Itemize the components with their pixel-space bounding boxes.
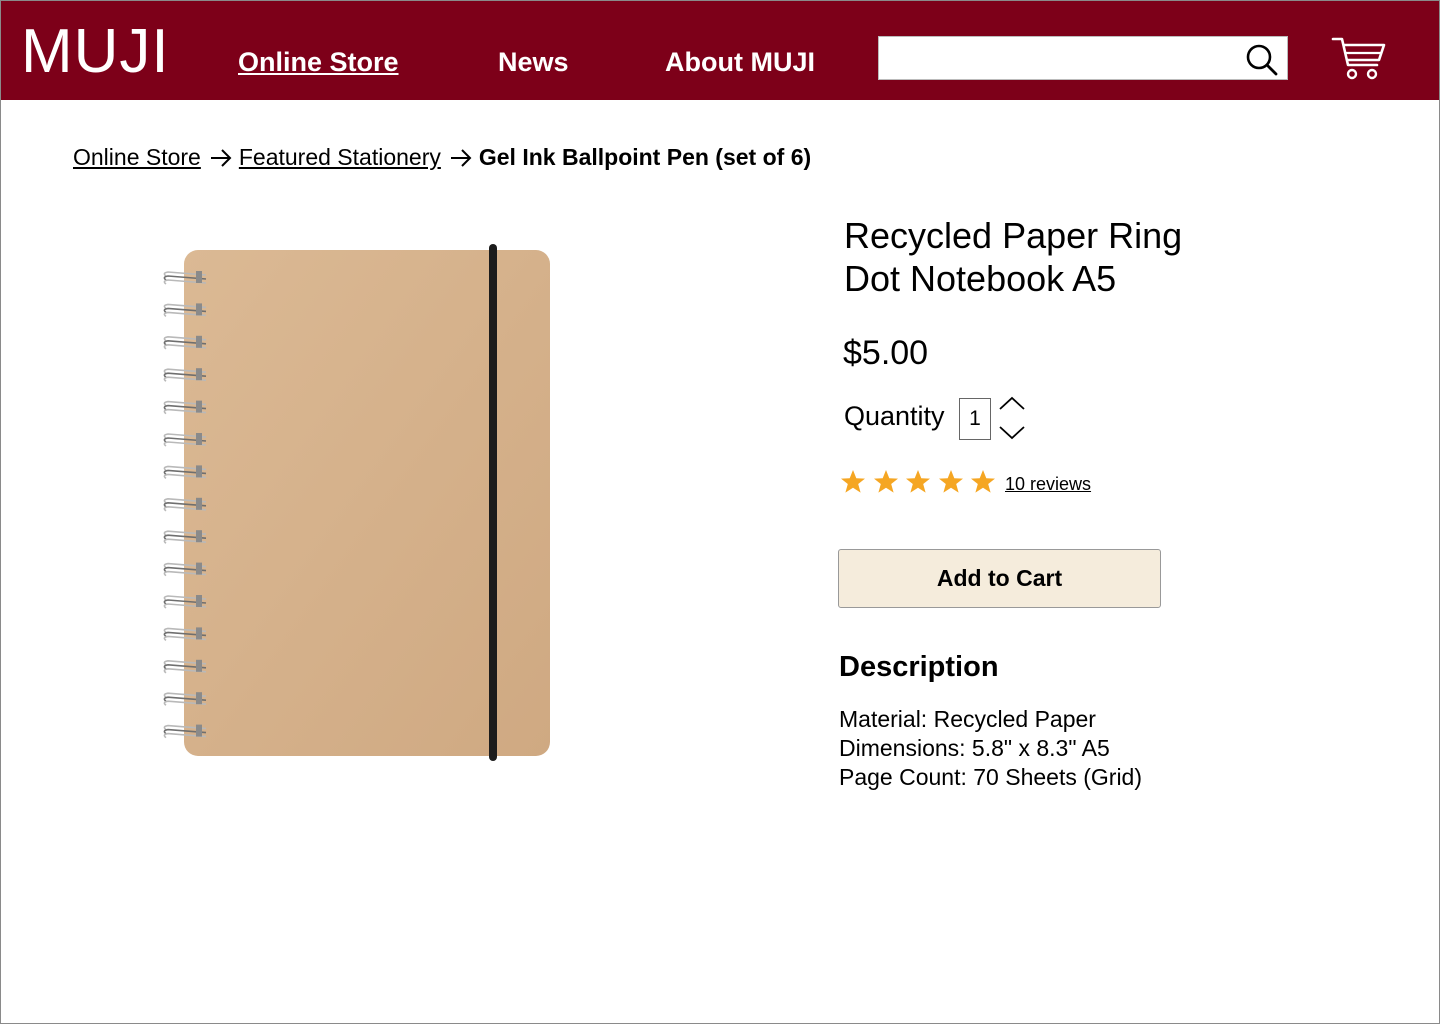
description-page-count: Page Count: 70 Sheets (Grid): [839, 764, 1142, 790]
add-to-cart-button[interactable]: Add to Cart: [838, 549, 1161, 608]
product-title: Recycled Paper Ring Dot Notebook A5: [844, 214, 1264, 300]
star-icon: [939, 470, 963, 493]
cart-icon[interactable]: [1331, 33, 1387, 81]
search-input[interactable]: [887, 43, 1236, 75]
product-price: $5.00: [843, 334, 929, 372]
star-icon: [841, 470, 865, 493]
nav-news[interactable]: News: [498, 46, 569, 78]
spiral-hole: [196, 562, 202, 575]
spiral-hole: [196, 303, 202, 316]
quantity-label: Quantity: [844, 401, 945, 431]
product-image: [163, 244, 550, 761]
spiral-hole: [196, 627, 202, 640]
search-box: [878, 36, 1288, 80]
chevron-down-icon[interactable]: [997, 424, 1027, 442]
star-icon: [874, 470, 898, 493]
site-header: MUJI Online Store News About MUJI: [1, 1, 1439, 100]
spiral-hole: [196, 465, 202, 478]
spiral-hole: [196, 530, 202, 543]
spiral-hole: [196, 400, 202, 413]
quantity-input[interactable]: [959, 398, 991, 440]
breadcrumb-featured-stationery[interactable]: Featured Stationery: [239, 144, 441, 170]
spiral-hole: [196, 724, 202, 737]
reviews-link[interactable]: 10 reviews: [1005, 473, 1091, 495]
arrow-right-icon: [450, 149, 472, 167]
description-material: Material: Recycled Paper: [839, 706, 1096, 732]
breadcrumb-online-store[interactable]: Online Store: [73, 144, 201, 170]
spiral-hole: [196, 659, 202, 672]
search-icon[interactable]: [1245, 43, 1279, 77]
description-dimensions: Dimensions: 5.8" x 8.3" A5: [839, 735, 1110, 761]
spiral-hole: [196, 335, 202, 348]
star-icon: [906, 470, 930, 493]
muji-logo[interactable]: MUJI: [21, 19, 170, 85]
spiral-hole: [196, 595, 202, 607]
nav-online-store[interactable]: Online Store: [238, 46, 399, 78]
breadcrumb: Online Store Featured Stationery Gel Ink B…: [73, 142, 811, 172]
spiral-hole: [196, 433, 202, 445]
star-icon: [971, 470, 995, 493]
nav-about-muji[interactable]: About MUJI: [665, 46, 815, 78]
arrow-right-icon: [210, 149, 232, 167]
chevron-up-icon[interactable]: [997, 394, 1027, 412]
spiral-hole: [196, 497, 202, 510]
product-title-line-1: Recycled Paper Ring: [844, 215, 1183, 256]
spiral-hole: [196, 692, 202, 705]
description-heading: Description: [839, 651, 999, 683]
spiral-hole: [196, 368, 202, 381]
product-title-line-2: Dot Notebook A5: [844, 258, 1117, 299]
spiral-hole: [196, 271, 202, 283]
breadcrumb-current: Gel Ink Ballpoint Pen (set of 6): [478, 144, 812, 170]
